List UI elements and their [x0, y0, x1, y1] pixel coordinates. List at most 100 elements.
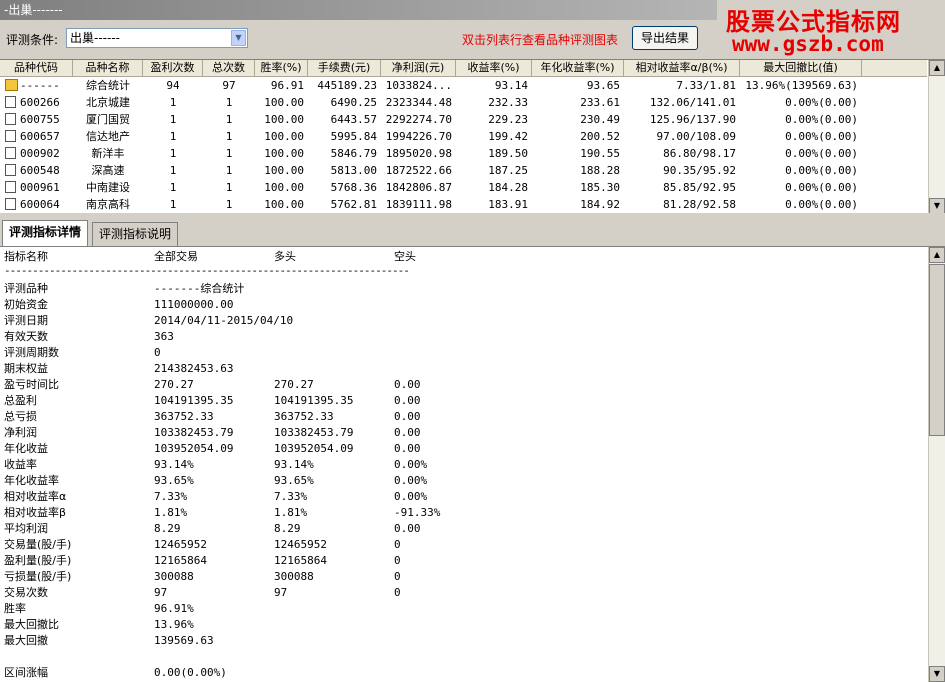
column-header[interactable]: 品种代码	[0, 60, 73, 76]
cell-dd: 0.00%(0.00)	[785, 130, 858, 143]
column-header[interactable]: 总次数	[203, 60, 255, 76]
cell-win: 1	[169, 164, 177, 177]
cell-annual: 184.92	[580, 198, 620, 211]
cell-profit: 1033824...	[385, 79, 452, 92]
detail-all: 96.91%	[154, 602, 194, 615]
table-row[interactable]: ------ 综合统计 94 97 96.91 445189.23 1033824... 93…	[0, 77, 927, 94]
detail-row: 交易次数 97 97 0	[4, 585, 924, 601]
doc-icon	[5, 181, 16, 193]
detail-row: 最大回撤比 13.96%	[4, 617, 924, 633]
cell-ret: 187.25	[488, 164, 528, 177]
cell-dd: 0.00%(0.00)	[785, 147, 858, 160]
column-header[interactable]: 净利润(元)	[381, 60, 456, 76]
column-header[interactable]: 盈利次数	[143, 60, 203, 76]
cell-rel: 86.80/98.17	[663, 147, 736, 160]
cell-ret: 199.42	[488, 130, 528, 143]
table-row[interactable]: 600266 北京城建 1 1 100.00 6490.25 2323344.48 232.3…	[0, 94, 927, 111]
detail-all: 214382453.63	[154, 362, 234, 375]
table-scrollbar[interactable]: ▲ ▼	[928, 60, 945, 213]
detail-long: 270.27	[274, 378, 314, 391]
cell-rel: 125.96/137.90	[649, 113, 736, 126]
detail-short: 0.00%	[394, 474, 428, 487]
cell-total: 1	[225, 96, 233, 109]
table-row[interactable]: 600657 信达地产 1 1 100.00 5995.84 1994226.70 199.4…	[0, 128, 927, 145]
detail-name: 区间涨幅	[4, 666, 48, 679]
condition-label: 评测条件:	[6, 33, 59, 47]
cell-rel: 97.00/108.09	[656, 130, 736, 143]
detail-name: 亏损量(股/手)	[4, 570, 72, 583]
scroll-down-icon[interactable]: ▼	[929, 198, 945, 213]
cell-rate: 100.00	[264, 164, 304, 177]
cell-dd: 0.00%(0.00)	[785, 164, 858, 177]
scroll-up-icon[interactable]: ▲	[929, 60, 945, 76]
column-header[interactable]: 胜率(%)	[255, 60, 308, 76]
detail-all: 12165864	[154, 554, 207, 567]
cell-rel: 7.33/1.81	[676, 79, 736, 92]
detail-all: 104191395.35	[154, 394, 234, 407]
column-header[interactable]: 年化收益率(%)	[532, 60, 624, 76]
detail-row: 平均利润 8.29 8.29 0.00	[4, 521, 924, 537]
detail-short: 0.00	[394, 394, 421, 407]
detail-all: -------综合统计	[154, 282, 245, 295]
detail-long: 104191395.35	[274, 394, 354, 407]
column-header[interactable]: 收益率(%)	[456, 60, 532, 76]
detail-short: 0.00	[394, 522, 421, 535]
cell-annual: 233.61	[580, 96, 620, 109]
detail-row: 盈亏时间比 270.27 270.27 0.00	[4, 377, 924, 393]
detail-long: 8.29	[274, 522, 301, 535]
condition-select[interactable]: 出巢------ ▼	[66, 28, 248, 48]
detail-name: 评测品种	[4, 282, 48, 295]
scroll-up-icon[interactable]: ▲	[929, 247, 945, 263]
doc-icon	[5, 147, 16, 159]
detail-row	[4, 649, 924, 665]
detail-name: 相对收益率α	[4, 490, 67, 503]
detail-scrollbar[interactable]: ▲ ▼	[928, 247, 945, 682]
detail-long: 103382453.79	[274, 426, 354, 439]
cell-win: 1	[169, 130, 177, 143]
scroll-thumb[interactable]	[929, 264, 945, 436]
scroll-down-icon[interactable]: ▼	[929, 666, 945, 682]
table-row[interactable]: 600755 厦门国贸 1 1 100.00 6443.57 2292274.70 229.2…	[0, 111, 927, 128]
column-header[interactable]: 品种名称	[73, 60, 143, 76]
detail-row: 亏损量(股/手) 300088 300088 0	[4, 569, 924, 585]
doc-icon	[5, 130, 16, 142]
cell-rate: 100.00	[264, 181, 304, 194]
detail-name: 评测周期数	[4, 346, 59, 359]
cell-dd: 0.00%(0.00)	[785, 181, 858, 194]
cell-ret: 184.28	[488, 181, 528, 194]
condition-select-value: 出巢------	[70, 31, 120, 45]
detail-all: 0	[154, 346, 161, 359]
detail-name: 总亏损	[4, 410, 37, 423]
detail-all: 363	[154, 330, 174, 343]
detail-name: 年化收益	[4, 442, 48, 455]
doc-icon	[5, 164, 16, 176]
detail-name: 有效天数	[4, 330, 48, 343]
column-header[interactable]: 手续费(元)	[308, 60, 381, 76]
table-row[interactable]: 600064 南京高科 1 1 100.00 5762.81 1839111.98 183.9…	[0, 196, 927, 213]
chevron-down-icon[interactable]: ▼	[231, 30, 246, 46]
export-button[interactable]: 导出结果	[632, 26, 698, 50]
doc-icon	[5, 96, 16, 108]
detail-panel: 指标名称 全部交易 多头 空头 ------------------------…	[0, 246, 945, 682]
detail-long: 97	[274, 586, 288, 599]
cell-profit: 2292274.70	[385, 113, 452, 126]
column-header[interactable]: 最大回撤比(值)	[740, 60, 862, 76]
table-row[interactable]: 000961 中南建设 1 1 100.00 5768.36 1842806.87 184.2…	[0, 179, 927, 196]
table-row[interactable]: 000902 新洋丰 1 1 100.00 5846.79 1895020.98 189.50…	[0, 145, 927, 162]
cell-annual: 230.49	[580, 113, 620, 126]
tab-explanation[interactable]: 评测指标说明	[92, 222, 179, 246]
detail-all: 97	[154, 586, 168, 599]
detail-long: 300088	[274, 570, 314, 583]
detail-all: 1.81%	[154, 506, 188, 519]
tab-detail[interactable]: 评测指标详情	[2, 220, 89, 246]
cell-win: 1	[169, 181, 177, 194]
cell-fee: 5768.36	[330, 181, 377, 194]
detail-short: 0	[394, 554, 401, 567]
detail-row: 初始资金 111000000.00	[4, 297, 924, 313]
detail-short: 0.00%	[394, 458, 428, 471]
detail-short: 0.00%	[394, 490, 428, 503]
detail-name: 最大回撤	[4, 634, 48, 647]
detail-name: 总盈利	[4, 394, 37, 407]
table-row[interactable]: 600548 深高速 1 1 100.00 5813.00 1872522.66 187.25…	[0, 162, 927, 179]
column-header[interactable]: 相对收益率α/β(%)	[624, 60, 740, 76]
